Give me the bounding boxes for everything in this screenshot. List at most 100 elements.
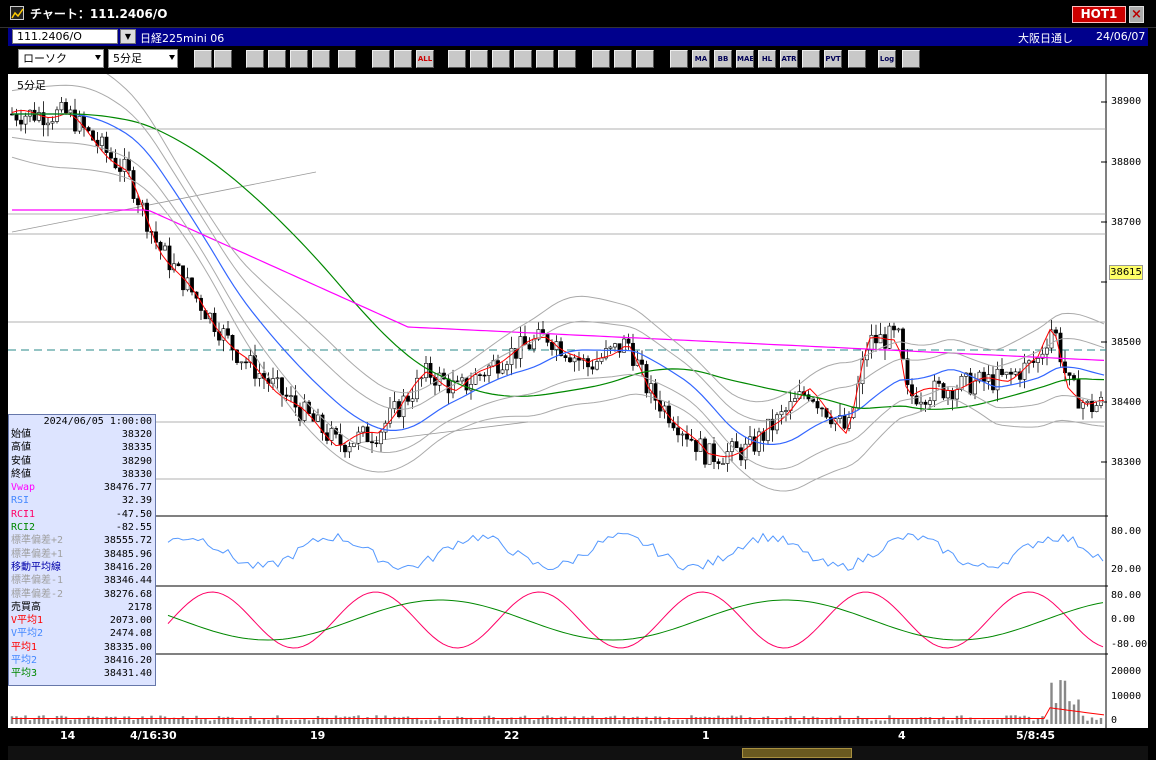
title-bar[interactable]: チャート：111.2406/O HOT1 × bbox=[0, 0, 1156, 28]
tool-1-button[interactable] bbox=[246, 50, 264, 68]
volume-bar bbox=[451, 719, 455, 724]
color-button[interactable] bbox=[636, 50, 654, 68]
zoom-button[interactable] bbox=[194, 50, 212, 68]
volume-bar bbox=[897, 718, 900, 724]
candle-body bbox=[527, 344, 532, 350]
info-label: 標準偏差-2 bbox=[11, 588, 64, 600]
info-value: 38276.68 bbox=[103, 588, 152, 600]
info-row: RCI1 -47.50 bbox=[9, 508, 155, 521]
trend-line bbox=[11, 171, 317, 233]
volume-bar bbox=[888, 715, 891, 724]
volume-bar bbox=[1027, 716, 1031, 724]
mae-button[interactable]: MAE bbox=[736, 50, 754, 68]
candle-body bbox=[55, 109, 59, 122]
hl-button[interactable]: HL bbox=[758, 50, 776, 68]
candle-body bbox=[563, 355, 568, 358]
volume-bar bbox=[735, 716, 738, 724]
volume-bar bbox=[717, 715, 720, 724]
volume-bar bbox=[838, 715, 842, 724]
candle-body bbox=[1054, 329, 1058, 334]
volume-bar bbox=[964, 719, 968, 724]
volume-bar bbox=[910, 718, 914, 724]
volume-bar bbox=[303, 718, 306, 724]
volume-bar bbox=[744, 719, 747, 724]
volume-bar bbox=[312, 719, 315, 724]
all-button[interactable]: ALL bbox=[416, 50, 434, 68]
volume-bar bbox=[1018, 716, 1022, 724]
scrollbar-thumb[interactable] bbox=[742, 748, 852, 758]
candle-body bbox=[671, 422, 676, 429]
ma-button[interactable]: MA bbox=[692, 50, 710, 68]
horizontal-scrollbar[interactable] bbox=[8, 746, 1148, 760]
volume-bar bbox=[780, 720, 783, 724]
setting-2-button[interactable] bbox=[614, 50, 632, 68]
volume-bar bbox=[24, 715, 27, 724]
candle-body bbox=[1004, 371, 1009, 375]
setting-1-button[interactable] bbox=[592, 50, 610, 68]
close-button[interactable]: × bbox=[1129, 6, 1144, 23]
candle-body bbox=[280, 377, 284, 396]
tool-2-button[interactable] bbox=[268, 50, 286, 68]
candle-body bbox=[244, 361, 248, 364]
candle-body bbox=[19, 119, 23, 125]
candle-body bbox=[793, 398, 797, 402]
volume-bar bbox=[627, 718, 630, 724]
volume-bar bbox=[901, 719, 905, 724]
indicator-1-button[interactable] bbox=[670, 50, 688, 68]
candle-body bbox=[68, 109, 73, 114]
chart-area[interactable]: 5分足 38615 38900 38800 38700 38500 38400 38300… bbox=[8, 74, 1148, 728]
candle-body bbox=[127, 158, 131, 171]
indicator-2-button[interactable] bbox=[802, 50, 820, 68]
chart-canvas[interactable] bbox=[8, 74, 1148, 728]
rci-slow-line bbox=[167, 599, 1104, 641]
volume-bar bbox=[906, 719, 909, 724]
market-name: 大阪日通し bbox=[1018, 32, 1073, 45]
volume-bar bbox=[330, 719, 333, 724]
candle-body bbox=[905, 358, 910, 386]
bb-button[interactable]: BB bbox=[714, 50, 732, 68]
draw-2-button[interactable] bbox=[470, 50, 488, 68]
candle-body bbox=[347, 446, 352, 453]
volume-bar bbox=[141, 716, 144, 724]
tool-6-button[interactable] bbox=[372, 50, 390, 68]
volume-bar bbox=[951, 720, 954, 724]
symbol-input[interactable]: 111.2406/O bbox=[12, 29, 118, 44]
tool-3-button[interactable] bbox=[290, 50, 308, 68]
volume-bar bbox=[789, 715, 792, 724]
symbol-dropdown-button[interactable]: ▼ bbox=[120, 29, 136, 44]
tool-7-button[interactable] bbox=[394, 50, 412, 68]
log-button[interactable]: Log bbox=[878, 50, 896, 68]
vwap-line bbox=[12, 209, 1105, 361]
tool-4-button[interactable] bbox=[312, 50, 330, 68]
pvt-button[interactable]: PVT bbox=[824, 50, 842, 68]
draw-4-button[interactable] bbox=[514, 50, 532, 68]
delete-button[interactable] bbox=[558, 50, 576, 68]
volume-bar bbox=[960, 715, 963, 724]
atr-button[interactable]: ATR bbox=[780, 50, 798, 68]
candle-body bbox=[973, 380, 977, 395]
candle-body bbox=[815, 401, 820, 409]
candle-body bbox=[820, 407, 824, 410]
volume-tick-label: 0 bbox=[1111, 715, 1118, 726]
candle-body bbox=[289, 395, 293, 397]
hot1-button[interactable]: HOT1 bbox=[1072, 6, 1126, 23]
info-row: RCI2 -82.55 bbox=[9, 521, 155, 534]
info-label: RCI1 bbox=[11, 508, 36, 520]
volume-bar bbox=[64, 716, 68, 724]
layout-button[interactable] bbox=[214, 50, 232, 68]
info-row: 標準偏差-2 38276.68 bbox=[9, 588, 155, 601]
export-button[interactable] bbox=[902, 50, 920, 68]
volume-bar bbox=[523, 715, 527, 724]
candle-body bbox=[779, 411, 784, 416]
tool-5-button[interactable] bbox=[338, 50, 356, 68]
volume-bar bbox=[159, 715, 162, 724]
draw-1-button[interactable] bbox=[448, 50, 466, 68]
frame-button[interactable] bbox=[848, 50, 866, 68]
info-row: 終値 38330 bbox=[9, 468, 155, 481]
timeframe-select[interactable]: 5分足 bbox=[108, 49, 178, 68]
volume-bar bbox=[1095, 719, 1098, 724]
draw-3-button[interactable] bbox=[492, 50, 510, 68]
rsi-line bbox=[167, 532, 1104, 571]
draw-5-button[interactable] bbox=[536, 50, 554, 68]
chart-type-select[interactable]: ローソク bbox=[18, 49, 104, 68]
